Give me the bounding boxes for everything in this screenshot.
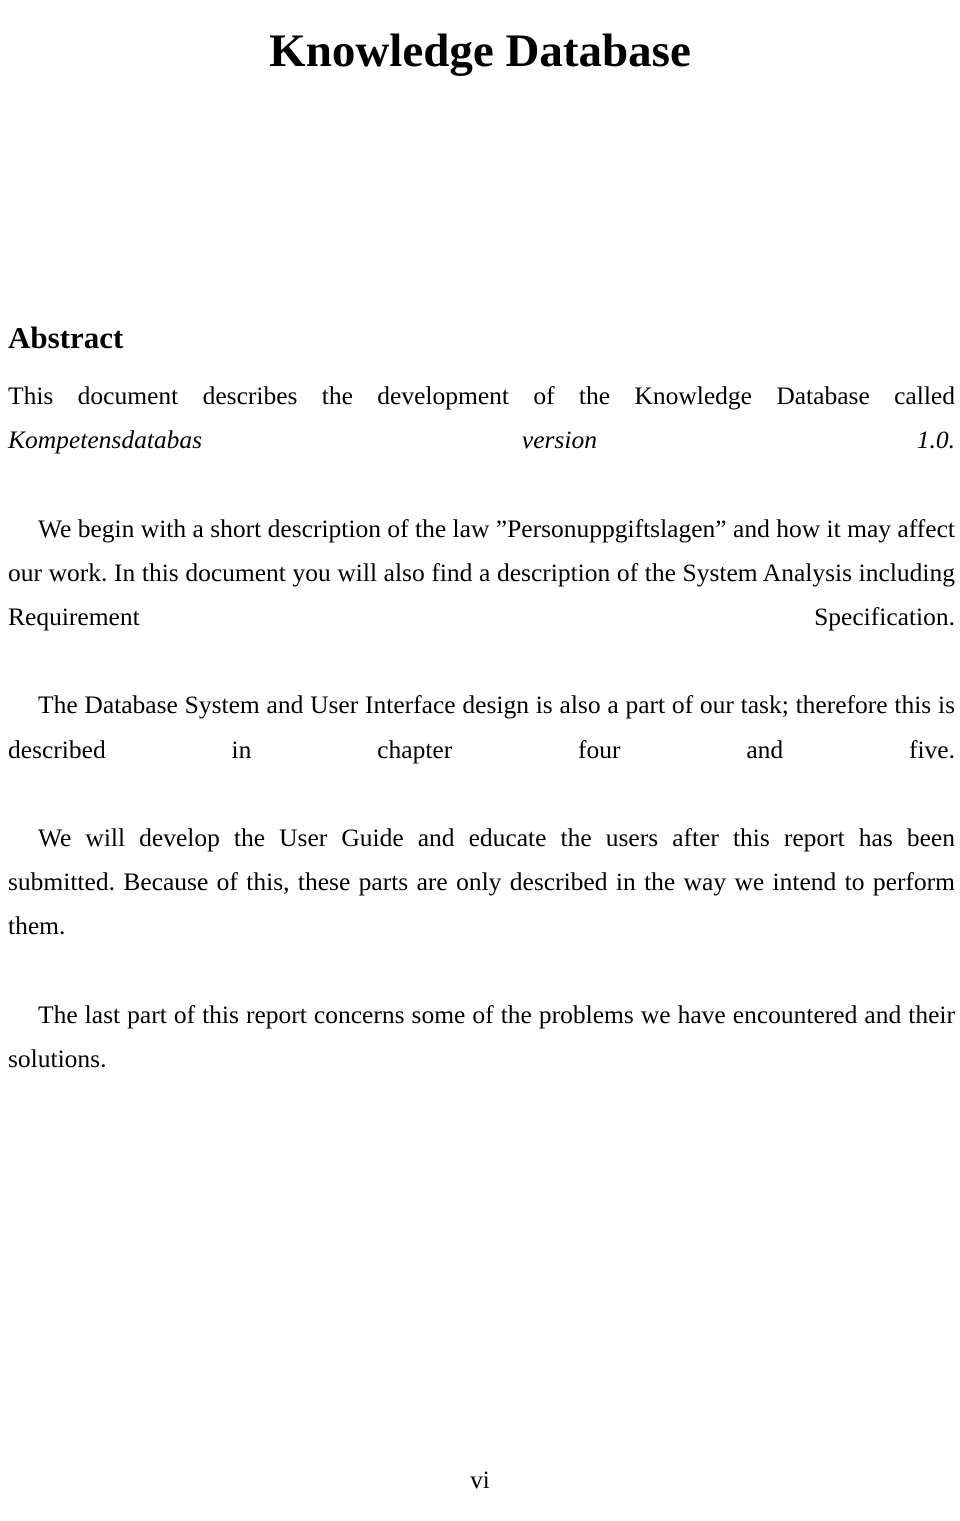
text-run-italic: Kompetensdatabas version 1.0. — [8, 425, 955, 455]
paragraph-abstract-p2: We begin with a short description of the… — [8, 507, 955, 684]
paragraph-abstract-p3: The Database System and User Interface d… — [8, 683, 955, 816]
page-title: Knowledge Database — [269, 25, 691, 78]
text-run-normal: We will develop the User Guide and educa… — [8, 823, 955, 941]
page-number: vi — [470, 1467, 490, 1494]
paragraph-abstract-p1: This document describes the development … — [8, 374, 955, 507]
section-heading-abstract: Abstract — [8, 319, 124, 355]
abstract-body: This document describes the development … — [8, 374, 955, 1125]
paragraph-abstract-p5: The last part of this report concerns so… — [8, 993, 955, 1126]
paragraph-abstract-p4: We will develop the User Guide and educa… — [8, 816, 955, 993]
text-run-normal: This document describes the development … — [8, 381, 955, 410]
document-page: Knowledge Database Abstract This documen… — [0, 0, 960, 1521]
text-run-normal: The Database System and User Interface d… — [8, 690, 955, 764]
text-run-normal: The last part of this report concerns so… — [8, 999, 955, 1074]
text-run-normal: We begin with a short description of the… — [8, 513, 955, 632]
